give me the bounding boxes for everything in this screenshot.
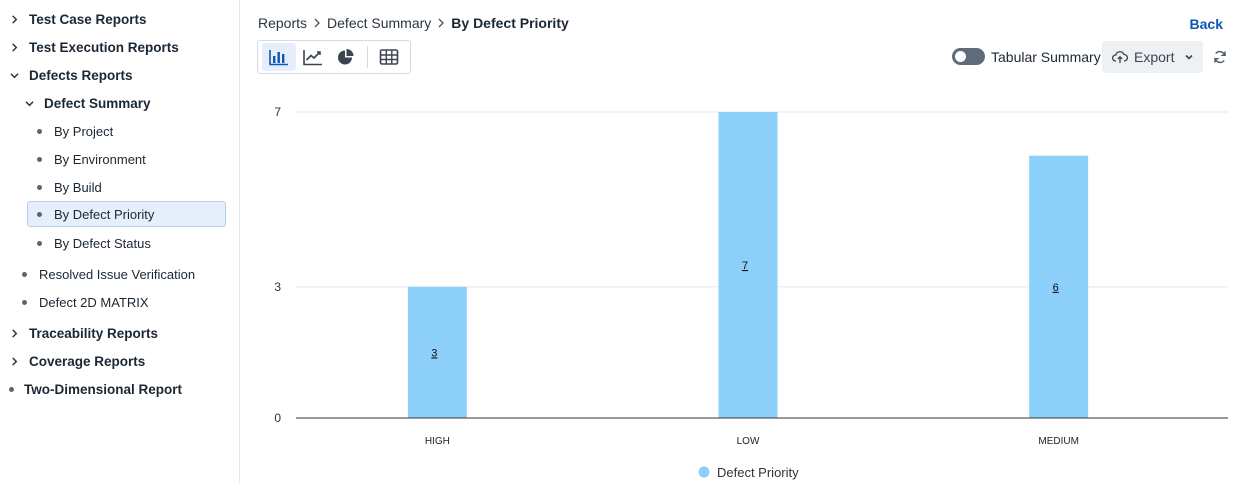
cloud-upload-icon — [1112, 51, 1128, 63]
chevron-right-icon — [313, 18, 321, 28]
pie-chart-button[interactable] — [330, 43, 364, 71]
pie-chart-icon — [338, 49, 354, 65]
sidebar-item-label: By Build — [54, 179, 102, 195]
x-tick-label: LOW — [737, 436, 760, 447]
line-chart-icon — [302, 50, 322, 66]
chevron-right-icon — [8, 327, 20, 339]
line-chart-button[interactable] — [296, 43, 330, 71]
chevron-down-icon — [1185, 54, 1194, 60]
sidebar-item-label: Resolved Issue Verification — [39, 266, 196, 282]
data-label: 6 — [1053, 282, 1059, 294]
breadcrumb-reports[interactable]: Reports — [258, 15, 307, 31]
legend-label[interactable]: Defect Priority — [717, 465, 799, 480]
chevron-right-icon — [8, 355, 20, 367]
toggle-switch[interactable] — [952, 48, 985, 65]
tabular-summary-label: Tabular Summary — [991, 48, 1101, 65]
bullet-icon — [37, 184, 42, 190]
y-tick-label: 0 — [274, 411, 281, 425]
sidebar-item-label: Defect Summary — [44, 95, 151, 111]
tabular-summary-toggle[interactable]: Tabular Summary — [952, 48, 1101, 65]
legend-marker — [698, 466, 710, 478]
data-label: 3 — [431, 347, 437, 359]
sidebar-item-test-case-reports[interactable]: Test Case Reports — [8, 6, 147, 32]
sidebar-item-defect-summary[interactable]: Defect Summary — [23, 90, 151, 116]
bar-chart-button[interactable] — [262, 43, 296, 71]
sidebar-item-label: Defect 2D MATRIX — [39, 294, 149, 310]
bar-chart-icon — [269, 50, 288, 66]
sidebar-item-resolved-issue-verification[interactable]: Resolved Issue Verification — [22, 261, 195, 287]
bullet-icon — [37, 211, 42, 217]
sidebar-item-label: By Project — [54, 123, 114, 139]
sidebar-item-coverage-reports[interactable]: Coverage Reports — [8, 348, 145, 374]
sidebar-item-test-execution-reports[interactable]: Test Execution Reports — [8, 34, 179, 60]
sidebar-item-label: Defects Reports — [29, 67, 133, 83]
toggle-knob — [955, 51, 966, 62]
toolbar-divider — [367, 46, 369, 68]
chevron-right-icon — [8, 41, 20, 53]
export-label: Export — [1134, 49, 1175, 65]
sidebar-item-defects-reports[interactable]: Defects Reports — [8, 62, 133, 88]
sidebar-item-label: Traceability Reports — [29, 325, 159, 341]
breadcrumb-defect-summary[interactable]: Defect Summary — [327, 15, 431, 31]
sidebar-item-label: Coverage Reports — [29, 353, 146, 369]
reports-sidebar: Test Case Reports Test Execution Reports… — [0, 0, 240, 483]
table-view-button[interactable] — [372, 43, 406, 71]
x-tick-label: HIGH — [425, 436, 450, 447]
y-tick-label: 7 — [274, 105, 281, 119]
bullet-icon — [37, 156, 42, 162]
chevron-down-icon — [23, 97, 35, 109]
bullet-icon — [22, 299, 27, 305]
chevron-right-icon — [8, 13, 20, 25]
breadcrumb-current: By Defect Priority — [451, 15, 569, 31]
back-link[interactable]: Back — [1190, 16, 1223, 32]
bullet-icon — [9, 386, 14, 392]
y-tick-label: 3 — [274, 280, 281, 294]
chevron-right-icon — [437, 18, 445, 28]
sidebar-item-by-environment[interactable]: By Environment — [37, 146, 146, 172]
sidebar-item-by-defect-status[interactable]: By Defect Status — [37, 230, 151, 256]
app-root: Test Case Reports Test Execution Reports… — [0, 0, 1239, 483]
sidebar-item-defect-2d-matrix[interactable]: Defect 2D MATRIX — [22, 289, 149, 315]
breadcrumb: Reports Defect Summary By Defect Priorit… — [258, 15, 569, 31]
data-label: 7 — [742, 260, 748, 272]
bullet-icon — [37, 240, 42, 246]
chart-type-toolbar — [257, 40, 411, 74]
sidebar-item-label: Two-Dimensional Report — [24, 381, 183, 397]
sidebar-item-traceability-reports[interactable]: Traceability Reports — [8, 320, 158, 346]
sidebar-item-by-project[interactable]: By Project — [37, 118, 113, 144]
table-grid-icon — [379, 49, 399, 65]
sidebar-item-label: Test Case Reports — [29, 11, 147, 27]
bullet-icon — [37, 128, 42, 134]
sidebar-item-by-defect-priority[interactable]: By Defect Priority — [27, 201, 226, 227]
sidebar-item-label: By Defect Status — [54, 235, 151, 251]
sidebar-item-by-build[interactable]: By Build — [37, 174, 102, 200]
sidebar-item-label: By Environment — [54, 151, 146, 167]
sidebar-item-two-dimensional-report[interactable]: Two-Dimensional Report — [8, 376, 182, 402]
sidebar-item-label: By Defect Priority — [54, 206, 155, 222]
sidebar-item-label: Test Execution Reports — [29, 39, 179, 55]
x-tick-label: MEDIUM — [1038, 436, 1079, 447]
refresh-icon[interactable] — [1212, 49, 1228, 65]
bullet-icon — [22, 271, 27, 277]
chevron-down-icon — [8, 69, 20, 81]
export-button[interactable]: Export — [1102, 41, 1203, 73]
